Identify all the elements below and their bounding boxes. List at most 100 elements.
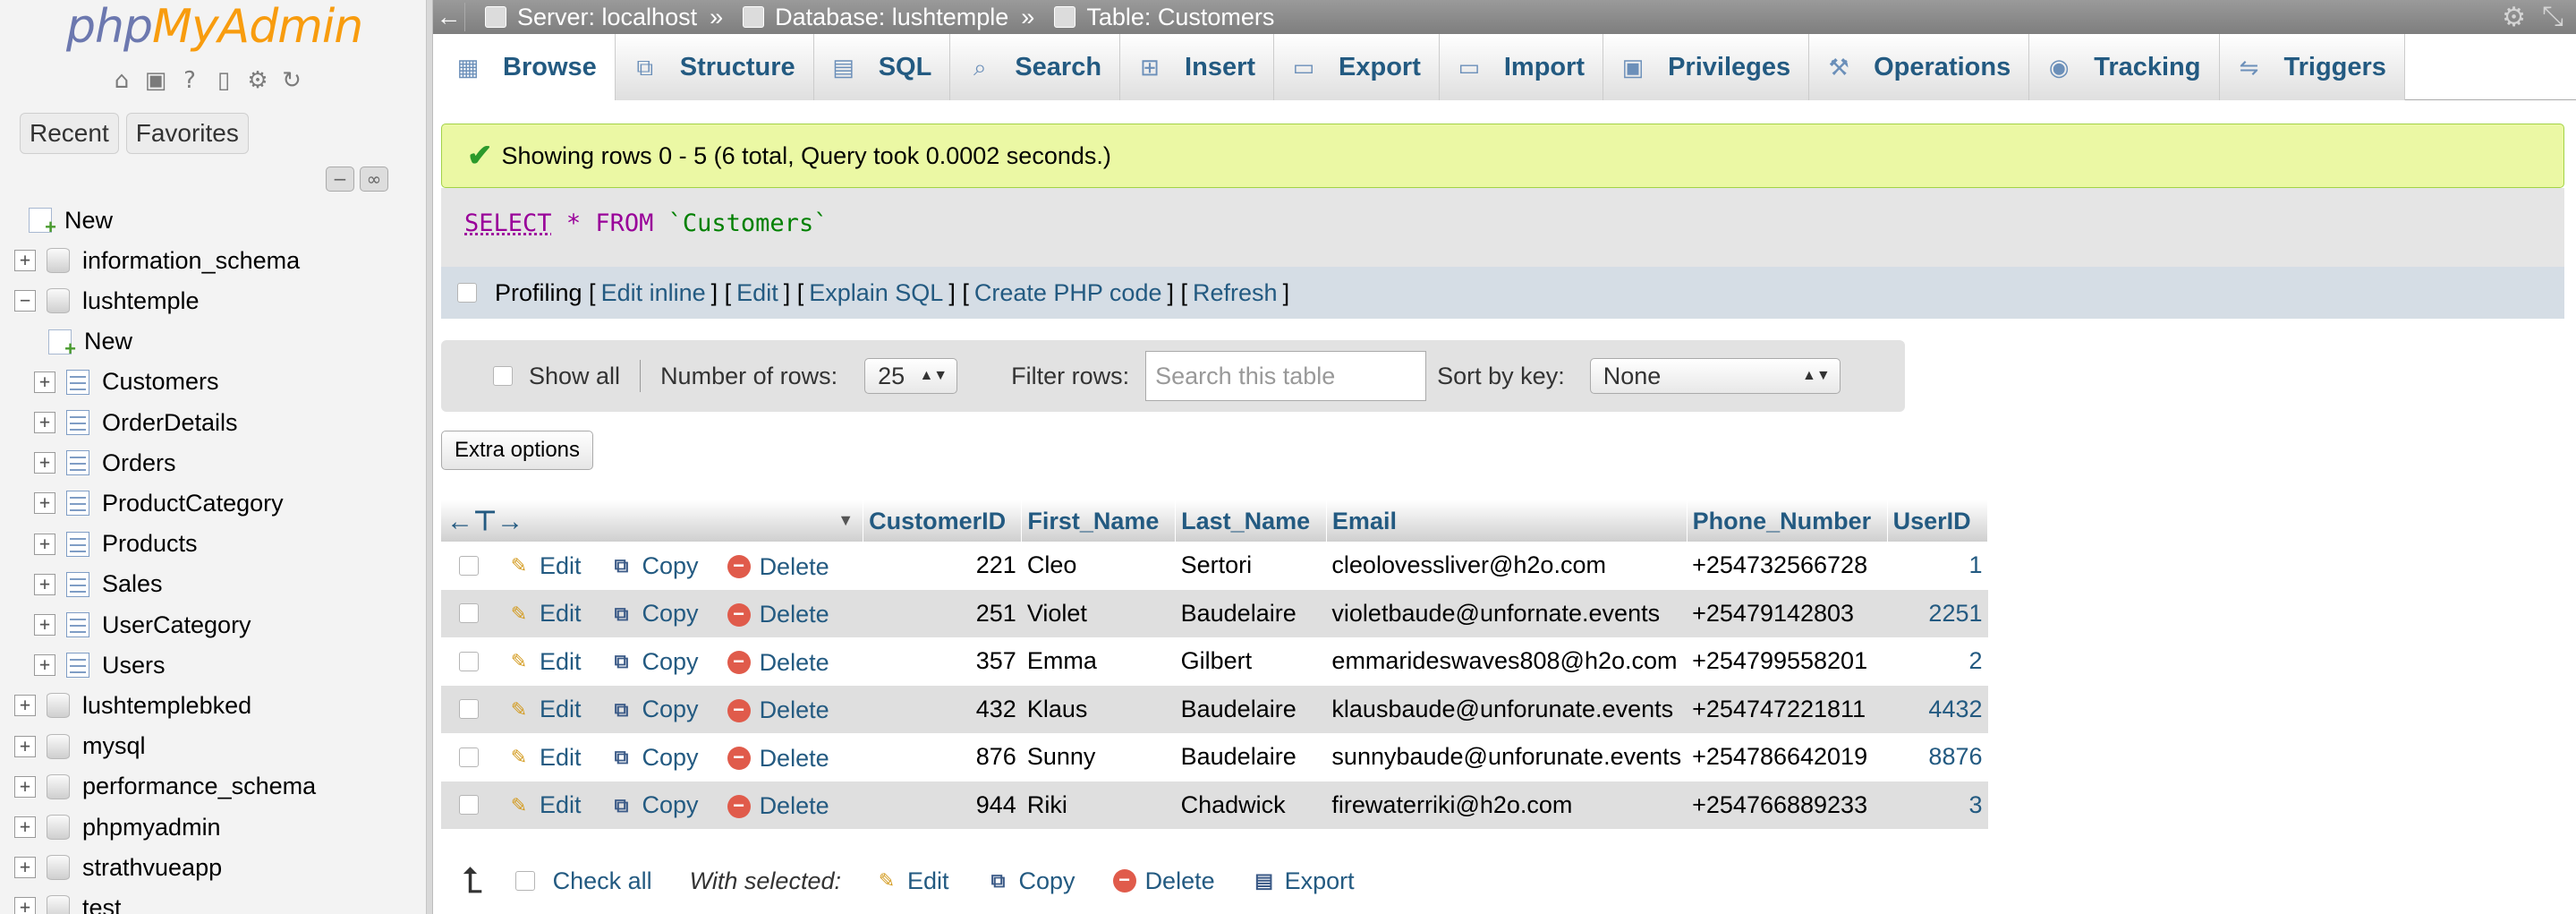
tab-triggers[interactable]: ⇋ Triggers — [2219, 34, 2405, 100]
row-delete-button[interactable]: − Delete — [727, 601, 829, 628]
row-edit-button[interactable]: ✎ Edit — [507, 600, 582, 628]
row-checkbox[interactable] — [459, 699, 479, 720]
tree-item-strathvueapp[interactable]: + strathvueapp — [14, 848, 222, 887]
expand-icon[interactable]: + — [34, 533, 55, 555]
collapse-all-icon[interactable]: − — [326, 167, 354, 192]
tree-item-lushtemplebked[interactable]: + lushtemplebked — [14, 686, 251, 725]
row-checkbox[interactable] — [459, 795, 479, 816]
row-copy-button[interactable]: ⧉ Copy — [610, 600, 699, 628]
expand-icon[interactable]: + — [14, 735, 36, 757]
nav-resizer[interactable] — [426, 0, 433, 914]
cell-customer-id[interactable]: 944 — [863, 781, 1022, 829]
tree-item-sales[interactable]: + Sales — [34, 565, 163, 604]
check-all-checkbox[interactable] — [514, 871, 535, 891]
tree-item-new[interactable]: New — [48, 322, 132, 362]
cell-phone-number[interactable]: +254799558201 — [1687, 637, 1888, 686]
expand-icon[interactable]: + — [14, 816, 36, 838]
breadcrumb-database[interactable]: Database: lushtemple — [743, 4, 1008, 31]
expand-icon[interactable]: + — [14, 695, 36, 717]
home-icon[interactable]: ⌂ — [107, 66, 136, 95]
cell-first-name[interactable]: Sunny — [1021, 733, 1176, 782]
cell-phone-number[interactable]: +254747221811 — [1687, 685, 1888, 733]
row-edit-button[interactable]: ✎ Edit — [507, 744, 582, 772]
column-header[interactable]: UserID — [1887, 500, 1989, 542]
tree-item-productcategory[interactable]: + ProductCategory — [34, 483, 284, 523]
table-row[interactable]: ✎ Edit ⧉ Copy − Delete 432 Klaus Baudelaire klaus… — [441, 685, 1988, 733]
page-settings-icon[interactable]: ⚙ — [2502, 2, 2526, 33]
tree-item-test[interactable]: + test — [14, 888, 122, 914]
phpmyadmin-logo[interactable]: phpMyAdmin — [66, 0, 363, 54]
row-checkbox[interactable] — [459, 747, 479, 767]
tab-operations[interactable]: ⚒ Operations — [1809, 34, 2030, 100]
row-checkbox[interactable] — [459, 603, 479, 624]
tab-search[interactable]: ⌕ Search — [950, 34, 1121, 100]
settings-icon[interactable]: ⚙ — [243, 66, 272, 95]
refresh-link[interactable]: Refresh — [1193, 279, 1278, 307]
expand-icon[interactable]: + — [14, 897, 36, 914]
cell-customer-id[interactable]: 251 — [863, 589, 1022, 637]
favorites-tab[interactable]: Favorites — [125, 113, 249, 154]
cell-email[interactable]: cleolovessliver@h2o.com — [1326, 542, 1688, 590]
tab-tracking[interactable]: ◉ Tracking — [2029, 34, 2220, 100]
expand-icon[interactable]: + — [34, 452, 55, 474]
row-delete-button[interactable]: − Delete — [727, 696, 829, 724]
tab-browse[interactable]: ▦ Browse — [438, 34, 616, 100]
tree-item-phpmyadmin[interactable]: + phpmyadmin — [14, 807, 221, 847]
cell-customer-id[interactable]: 357 — [863, 637, 1022, 686]
bulk-edit-button[interactable]: ✎ Edit — [875, 867, 949, 895]
cell-last-name[interactable]: Gilbert — [1175, 637, 1327, 686]
cell-first-name[interactable]: Emma — [1021, 637, 1176, 686]
sql-query-box[interactable]: SELECT * FROM `Customers` — [441, 188, 2564, 267]
cell-first-name[interactable]: Violet — [1021, 589, 1176, 637]
table-row[interactable]: ✎ Edit ⧉ Copy − Delete 357 Emma Gilbert emmarides… — [441, 637, 1988, 686]
cell-user-id[interactable]: 4432 — [1887, 685, 1988, 733]
row-edit-button[interactable]: ✎ Edit — [507, 791, 582, 819]
expand-icon[interactable]: + — [34, 573, 55, 595]
edit-inline-link[interactable]: Edit inline — [601, 279, 706, 307]
column-header[interactable]: Last_Name — [1175, 500, 1327, 542]
cell-first-name[interactable]: Klaus — [1021, 685, 1176, 733]
breadcrumb-server[interactable]: Server: localhost — [485, 4, 697, 31]
docs-icon[interactable]: ▯ — [209, 66, 238, 95]
breadcrumb-table[interactable]: Table: Customers — [1054, 4, 1274, 31]
tree-item-users[interactable]: + Users — [34, 645, 166, 685]
cell-email[interactable]: sunnybaude@unforunate.events — [1326, 733, 1688, 782]
extra-options-button[interactable]: Extra options — [441, 431, 593, 470]
tree-item-new[interactable]: New — [29, 201, 113, 240]
filter-rows-input[interactable]: Search this table — [1145, 351, 1427, 401]
column-header[interactable]: Phone_Number — [1687, 500, 1888, 542]
expand-icon[interactable]: + — [34, 654, 55, 677]
recent-tab[interactable]: Recent — [20, 113, 119, 154]
row-copy-button[interactable]: ⧉ Copy — [610, 696, 699, 723]
cell-last-name[interactable]: Sertori — [1175, 542, 1327, 590]
tab-sql[interactable]: ▤ SQL — [813, 34, 951, 100]
column-dropdown-icon[interactable]: ▼ — [837, 511, 854, 530]
row-checkbox[interactable] — [459, 651, 479, 671]
bulk-copy-button[interactable]: ⧉ Copy — [987, 867, 1075, 895]
tree-item-usercategory[interactable]: + UserCategory — [34, 605, 251, 645]
row-delete-button[interactable]: − Delete — [727, 553, 829, 581]
bulk-export-button[interactable]: ▤ Export — [1253, 867, 1354, 895]
cell-user-id[interactable]: 2251 — [1887, 589, 1988, 637]
cell-first-name[interactable]: Riki — [1021, 781, 1176, 829]
expand-icon[interactable]: + — [14, 775, 36, 798]
cell-customer-id[interactable]: 221 — [863, 542, 1022, 590]
cell-last-name[interactable]: Chadwick — [1175, 781, 1327, 829]
column-header[interactable]: CustomerID — [863, 500, 1023, 542]
table-row[interactable]: ✎ Edit ⧉ Copy − Delete 944 Riki Chadwick firewate… — [441, 781, 1988, 829]
tree-item-performance-schema[interactable]: + performance_schema — [14, 767, 316, 807]
row-edit-button[interactable]: ✎ Edit — [507, 696, 582, 723]
cell-customer-id[interactable]: 876 — [863, 733, 1022, 782]
row-copy-button[interactable]: ⧉ Copy — [610, 648, 699, 676]
tab-privileges[interactable]: ▣ Privileges — [1603, 34, 1810, 100]
cell-phone-number[interactable]: +254786642019 — [1687, 733, 1888, 782]
tree-item-lushtemple[interactable]: − lushtemple — [14, 281, 200, 320]
help-icon[interactable]: ? — [175, 66, 204, 95]
expand-icon[interactable]: + — [34, 412, 55, 433]
cell-last-name[interactable]: Baudelaire — [1175, 589, 1327, 637]
row-edit-button[interactable]: ✎ Edit — [507, 648, 582, 676]
sort-by-key-select[interactable]: None ▲▼ — [1589, 358, 1841, 394]
tree-item-information-schema[interactable]: + information_schema — [14, 241, 300, 280]
collapse-topmenu-icon[interactable]: ⤡ — [2542, 2, 2563, 32]
row-copy-button[interactable]: ⧉ Copy — [610, 744, 699, 772]
